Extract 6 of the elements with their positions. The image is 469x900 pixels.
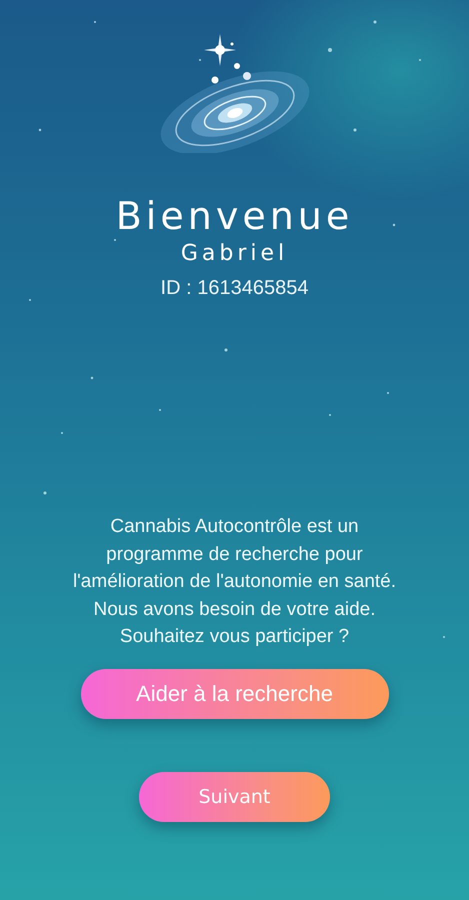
- user-id: ID : 1613465854: [160, 276, 308, 301]
- intro-paragraph: Cannabis Autocontrôle est un programme de recherche pour l'amélioration de l'autonomie en santé. Nous avons besoin de votre aide. Souhaitez vous participer ?: [72, 515, 398, 649]
- welcome-title: Bienvenue: [116, 193, 354, 239]
- user-name: Gabriel: [180, 240, 288, 268]
- help-research-button[interactable]: Aider à la recherche: [80, 668, 388, 718]
- next-button[interactable]: Suivant: [139, 772, 330, 822]
